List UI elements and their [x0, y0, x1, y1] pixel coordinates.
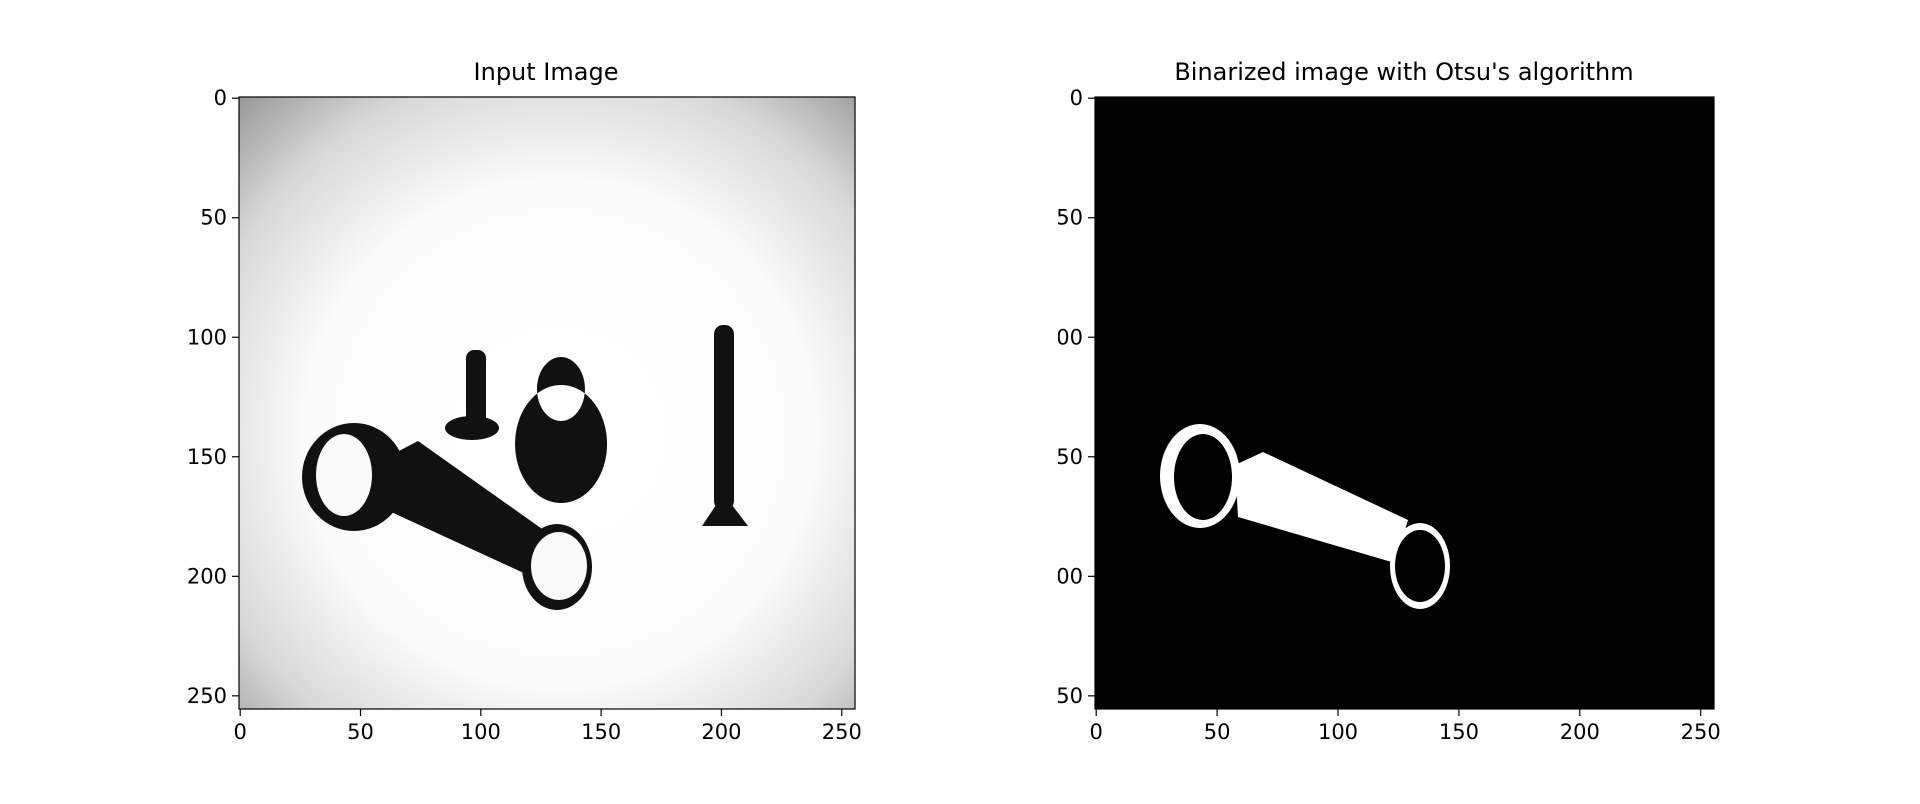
binarized-image-title: Binarized image with Otsu's algorithm: [1174, 58, 1633, 86]
input-x-tick-label: 200: [701, 720, 741, 744]
binarized-y-axis: 0 50 00 50 00 50: [1056, 86, 1095, 708]
binarized-x-tick-label: 250: [1681, 720, 1721, 744]
input-x-tick-label: 0: [234, 720, 247, 744]
binarized-x-axis: 0 50 100 150 200 250: [1090, 709, 1721, 744]
figure: Input Image 050 100 150 200 250 05010015…: [187, 58, 1721, 744]
binarized-x-tick-label: 200: [1560, 720, 1600, 744]
input-image-panel: Input Image 050 100 150 200 250 05010015…: [187, 58, 862, 744]
input-image-background: [239, 97, 855, 709]
binarized-x-tick-label: 150: [1439, 720, 1479, 744]
input-x-tick-label: 100: [461, 720, 501, 744]
input-y-axis: 0 50 100 150 200 250: [187, 86, 239, 708]
input-y-tick-label: 200: [187, 564, 227, 588]
input-y-tick-label: 0: [214, 86, 227, 110]
binarized-y-tick-label: 50: [1056, 445, 1083, 469]
input-y-tick-label: 100: [187, 325, 227, 349]
input-y-tick-label: 250: [187, 684, 227, 708]
binarized-background: [1095, 97, 1714, 709]
input-y-tick-label: 50: [200, 206, 227, 230]
binarized-x-tick-label: 0: [1090, 720, 1103, 744]
binarized-x-tick-label: 100: [1318, 720, 1358, 744]
binarized-y-tick-label: 50: [1056, 684, 1083, 708]
binarized-x-tick-label: 50: [1204, 720, 1231, 744]
input-x-tick-label: 150: [581, 720, 621, 744]
input-x-axis: 0 50 100 150 200 250: [234, 709, 862, 744]
binarized-image-pixels: [1095, 97, 1714, 709]
binarized-y-tick-label: 50: [1056, 206, 1083, 230]
input-x-tick-label: 250: [822, 720, 862, 744]
binarized-y-tick-label: 00: [1056, 325, 1083, 349]
binarized-y-tick-label: 00: [1056, 564, 1083, 588]
input-x-tick-label: 50: [347, 720, 374, 744]
input-image-pixels: [239, 97, 855, 709]
binarized-image-panel: Binarized image with Otsu's algorithm 05…: [1056, 58, 1721, 744]
input-y-tick-label: 150: [187, 445, 227, 469]
binarized-y-tick-label: 0: [1070, 86, 1083, 110]
input-image-title: Input Image: [474, 58, 619, 86]
